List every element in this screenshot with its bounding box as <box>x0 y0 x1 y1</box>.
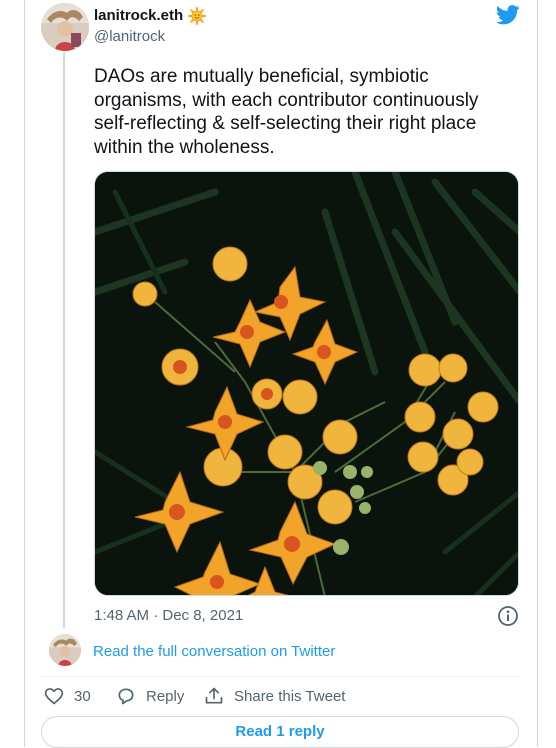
heart-icon <box>44 686 64 706</box>
like-button[interactable]: 30 <box>44 686 91 706</box>
share-button[interactable]: Share this Tweet <box>204 686 345 706</box>
tweet-text: DAOs are mutually beneficial, symbiotic … <box>94 66 479 158</box>
twitter-bird-icon[interactable] <box>496 5 520 25</box>
sun-emoji-icon <box>188 7 206 25</box>
speech-bubble-icon <box>116 686 136 706</box>
read-conversation-link[interactable]: Read the full conversation on Twitter <box>93 643 335 660</box>
conversation-avatar[interactable] <box>49 634 81 666</box>
tweet-photo[interactable] <box>94 171 519 596</box>
author-avatar[interactable] <box>41 3 89 51</box>
read-replies-button[interactable]: Read 1 reply <box>41 716 519 748</box>
info-icon[interactable] <box>497 605 519 627</box>
share-upload-icon <box>204 686 224 706</box>
divider <box>40 676 520 677</box>
thread-line <box>63 52 65 628</box>
handle[interactable]: @lanitrock <box>94 28 165 45</box>
like-count: 30 <box>74 687 91 705</box>
display-name[interactable]: lanitrock.eth <box>94 7 183 24</box>
share-label: Share this Tweet <box>234 687 346 705</box>
reply-button[interactable]: Reply <box>116 686 184 706</box>
reply-label: Reply <box>146 687 185 705</box>
tweet-timestamp[interactable]: 1:48 AM · Dec 8, 2021 <box>94 607 243 624</box>
